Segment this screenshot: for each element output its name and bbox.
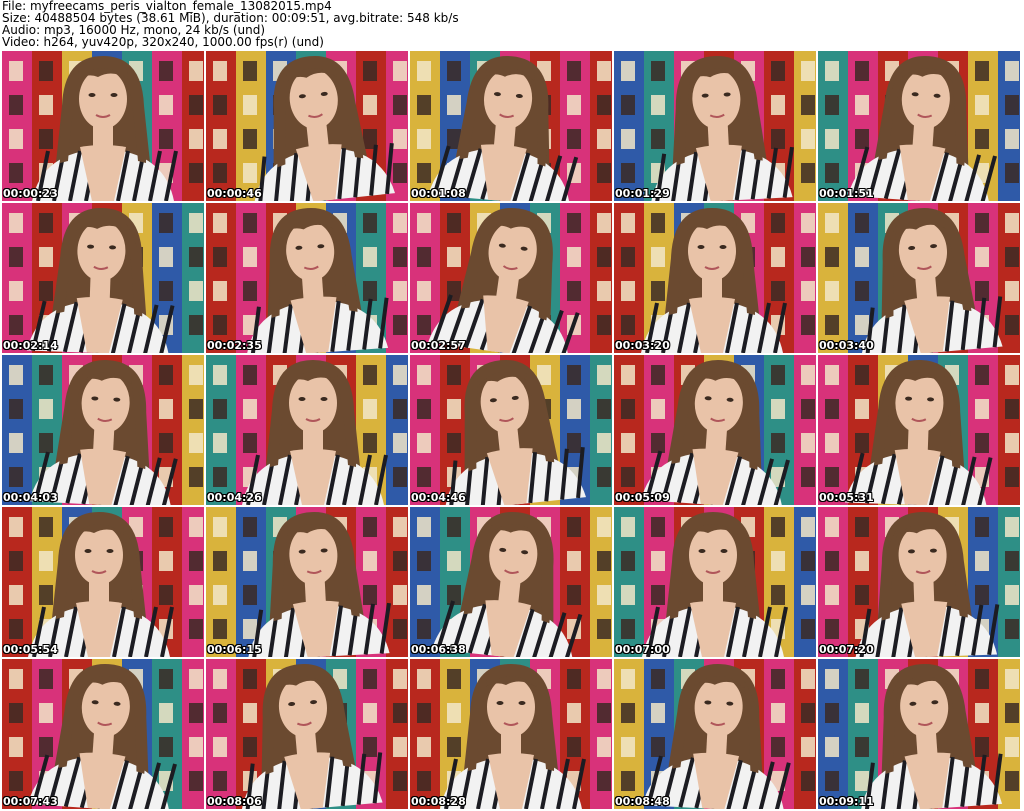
video-thumbnail: 00:05:31: [818, 355, 1020, 505]
thumbnail-timestamp: 00:08:48: [615, 795, 670, 808]
thumbnail-timestamp: 00:00:46: [207, 187, 262, 200]
thumbnail-timestamp: 00:01:29: [615, 187, 670, 200]
thumbnail-frame-image: [818, 355, 1020, 505]
thumbnail-timestamp: 00:02:57: [411, 339, 466, 352]
video-thumbnail: 00:02:35: [206, 203, 408, 353]
video-thumbnail: 00:08:28: [410, 659, 612, 809]
video-thumbnail: 00:07:43: [2, 659, 204, 809]
video-thumbnail: 00:01:29: [614, 51, 816, 201]
video-thumbnail: 00:04:26: [206, 355, 408, 505]
thumbnail-frame-image: [2, 507, 204, 657]
thumbnail-timestamp: 00:04:46: [411, 491, 466, 504]
thumbnail-frame-image: [614, 51, 816, 201]
video-thumbnail: 00:05:09: [614, 355, 816, 505]
thumbnail-frame-image: [614, 659, 816, 809]
video-thumbnail: 00:04:46: [410, 355, 612, 505]
video-thumbnail: 00:07:00: [614, 507, 816, 657]
thumbnail-frame-image: [2, 659, 204, 809]
video-thumbnail: 00:05:54: [2, 507, 204, 657]
video-thumbnail: 00:04:03: [2, 355, 204, 505]
thumbnail-timestamp: 00:07:43: [3, 795, 58, 808]
thumbnail-timestamp: 00:03:40: [819, 339, 874, 352]
thumbnail-frame-image: [410, 659, 612, 809]
video-thumbnail: 00:01:51: [818, 51, 1020, 201]
thumbnail-timestamp: 00:02:35: [207, 339, 262, 352]
video-thumbnail: 00:00:46: [206, 51, 408, 201]
thumbnail-timestamp: 00:01:08: [411, 187, 466, 200]
thumbnail-frame-image: [2, 355, 204, 505]
thumbnail-frame-image: [206, 203, 408, 353]
thumbnail-frame-image: [614, 203, 816, 353]
thumbnail-frame-image: [410, 203, 612, 353]
thumbnail-frame-image: [614, 355, 816, 505]
thumbnail-frame-image: [206, 507, 408, 657]
thumbnail-timestamp: 00:02:14: [3, 339, 58, 352]
video-thumbnail: 00:00:23: [2, 51, 204, 201]
thumbnail-timestamp: 00:05:09: [615, 491, 670, 504]
thumbnail-frame-image: [818, 659, 1020, 809]
thumbnail-frame-image: [614, 507, 816, 657]
video-thumbnail: 00:03:40: [818, 203, 1020, 353]
thumbnail-frame-image: [818, 203, 1020, 353]
thumbnail-timestamp: 00:06:38: [411, 643, 466, 656]
thumbnail-timestamp: 00:05:54: [3, 643, 58, 656]
thumbnail-frame-image: [206, 355, 408, 505]
video-thumbnail: 00:07:20: [818, 507, 1020, 657]
thumbnail-timestamp: 00:07:00: [615, 643, 670, 656]
video-thumbnail: 00:08:06: [206, 659, 408, 809]
thumbnail-timestamp: 00:06:15: [207, 643, 262, 656]
thumbnail-timestamp: 00:08:06: [207, 795, 262, 808]
thumbnail-frame-image: [2, 51, 204, 201]
thumbnail-timestamp: 00:01:51: [819, 187, 874, 200]
video-thumbnail: 00:06:38: [410, 507, 612, 657]
thumbnail-timestamp: 00:05:31: [819, 491, 874, 504]
thumbnail-timestamp: 00:03:20: [615, 339, 670, 352]
thumbnail-frame-image: [2, 203, 204, 353]
thumbnail-frame-image: [410, 355, 612, 505]
video-thumbnail: 00:09:11: [818, 659, 1020, 809]
video-thumbnail: 00:03:20: [614, 203, 816, 353]
video-thumbnail: 00:02:14: [2, 203, 204, 353]
thumbnail-timestamp: 00:04:03: [3, 491, 58, 504]
thumbnail-frame-image: [206, 51, 408, 201]
thumbnail-timestamp: 00:04:26: [207, 491, 262, 504]
video-thumbnail: 00:06:15: [206, 507, 408, 657]
video-thumbnail: 00:01:08: [410, 51, 612, 201]
thumbnail-timestamp: 00:00:23: [3, 187, 58, 200]
thumbnail-frame-image: [818, 507, 1020, 657]
thumbnail-timestamp: 00:09:11: [819, 795, 874, 808]
thumbnail-frame-image: [410, 51, 612, 201]
thumbnail-timestamp: 00:08:28: [411, 795, 466, 808]
video-thumbnail: 00:02:57: [410, 203, 612, 353]
thumbnail-frame-image: [410, 507, 612, 657]
thumbnail-frame-image: [206, 659, 408, 809]
thumbnail-timestamp: 00:07:20: [819, 643, 874, 656]
video-info-line: Video: h264, yuv420p, 320x240, 1000.00 f…: [2, 35, 324, 49]
video-thumbnail: 00:08:48: [614, 659, 816, 809]
thumbnail-grid: 00:00:23 00:00:46 00:01:08 00:01:29 00:01:51…: [2, 51, 1022, 809]
thumbnail-frame-image: [818, 51, 1020, 201]
video-info-header: File: myfreecams_peris_vialton_female_13…: [2, 0, 1022, 50]
